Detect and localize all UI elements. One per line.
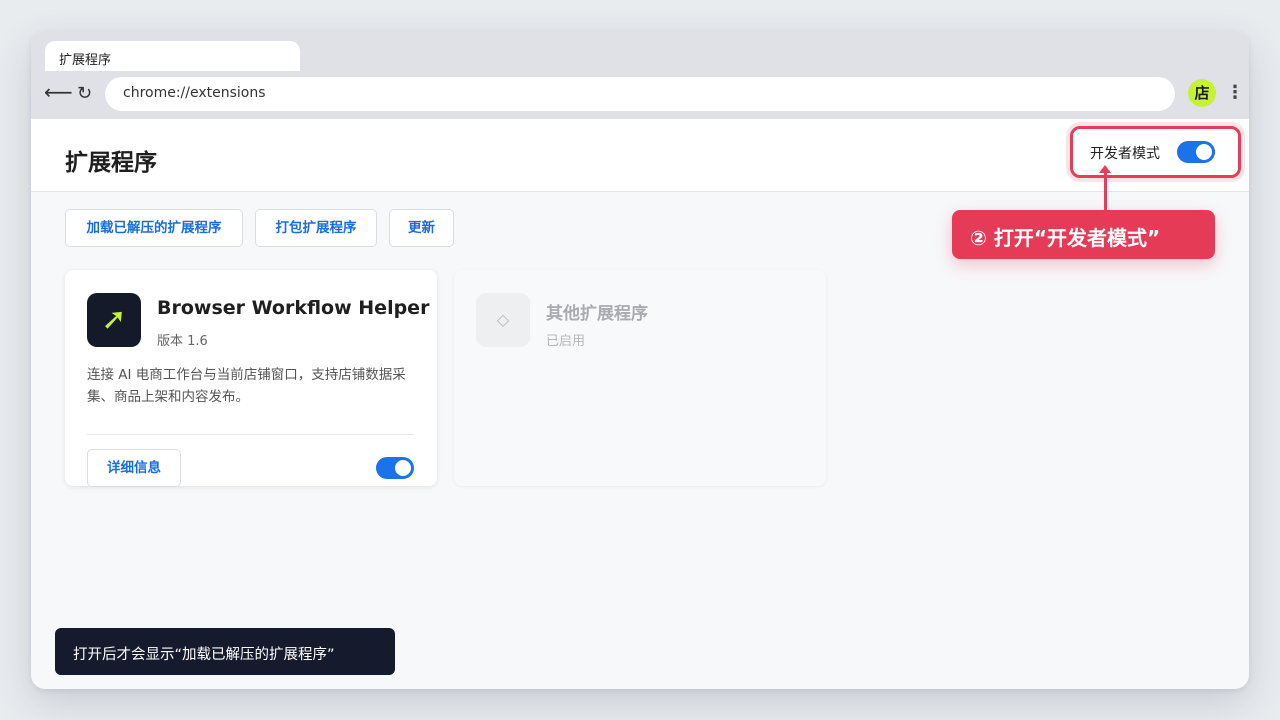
reload-icon[interactable]: ↻ bbox=[77, 83, 92, 105]
extension-description: 连接 AI 电商工作台与当前店铺窗口，支持店铺数据采集、商品上架和内容发布。 bbox=[87, 367, 406, 405]
card-divider bbox=[87, 434, 414, 435]
callout-connector bbox=[1104, 170, 1107, 210]
arrow-up-right-icon: ➚ bbox=[87, 293, 141, 347]
developer-mode-label: 开发者模式 bbox=[1090, 146, 1160, 162]
extension-name: 其他扩展程序 bbox=[546, 304, 648, 324]
extension-card: ➚ Browser Workflow Helper 版本 1.6 连接 AI 电… bbox=[65, 270, 437, 487]
developer-mode-highlight: 开发者模式 bbox=[1070, 126, 1241, 178]
tab-extensions[interactable]: 扩展程序 bbox=[45, 41, 300, 71]
toggle-knob bbox=[395, 460, 411, 476]
toggle-knob bbox=[1196, 144, 1212, 160]
load-unpacked-button[interactable]: 加载已解压的扩展程序 bbox=[65, 209, 243, 247]
page-title: 扩展程序 bbox=[65, 150, 157, 176]
details-button[interactable]: 详细信息 bbox=[87, 449, 181, 487]
hint-tooltip: 打开后才会显示“加载已解压的扩展程序” bbox=[55, 628, 395, 675]
extension-version: 版本 1.6 bbox=[157, 334, 208, 349]
profile-avatar[interactable]: 店 bbox=[1188, 79, 1216, 107]
extension-name: Browser Workflow Helper bbox=[157, 297, 430, 319]
browser-toolbar: 扩展程序 ⟵ ↻ chrome://extensions 店 ⋮ bbox=[31, 31, 1249, 119]
page-header: 扩展程序 开发者模式 bbox=[31, 119, 1249, 192]
extension-status: 已启用 bbox=[546, 334, 586, 349]
extension-card-disabled: ◇ 其他扩展程序 已启用 bbox=[454, 270, 826, 486]
update-button[interactable]: 更新 bbox=[389, 209, 454, 247]
browser-window: 扩展程序 ⟵ ↻ chrome://extensions 店 ⋮ 扩展程序 开发… bbox=[31, 31, 1249, 689]
pack-extension-button[interactable]: 打包扩展程序 bbox=[255, 209, 377, 247]
menu-dots-icon[interactable]: ⋮ bbox=[1226, 81, 1244, 105]
step-callout: ② 打开“开发者模式” bbox=[952, 210, 1215, 259]
address-bar[interactable]: chrome://extensions bbox=[105, 77, 1175, 111]
back-arrow-icon[interactable]: ⟵ bbox=[44, 81, 73, 103]
developer-mode-toggle[interactable] bbox=[1177, 141, 1215, 163]
extension-enable-toggle[interactable] bbox=[376, 457, 414, 479]
diamond-icon: ◇ bbox=[476, 293, 530, 347]
